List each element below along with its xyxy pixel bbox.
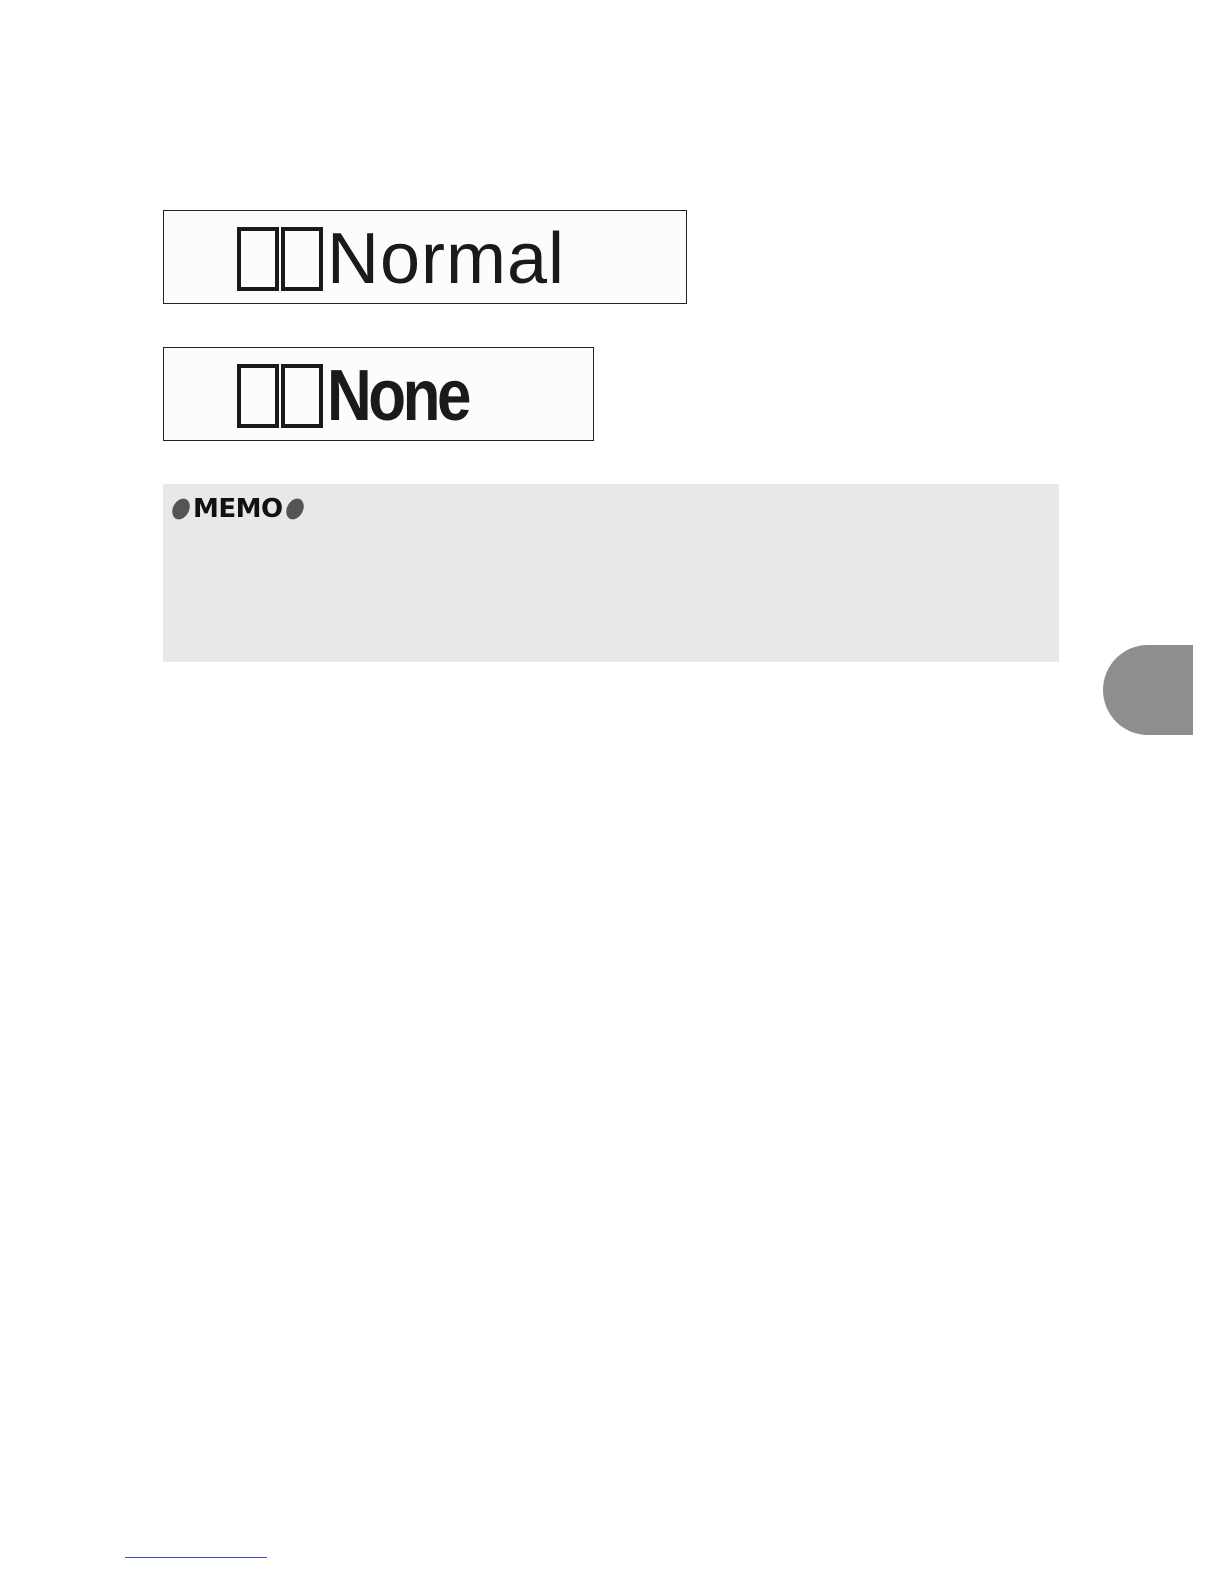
square-glyph-icon — [281, 227, 323, 291]
square-glyph-icon — [237, 227, 279, 291]
memo-left-dot-icon — [168, 495, 194, 523]
memo-label: MEMO — [193, 494, 283, 524]
sample-none-text: None — [327, 356, 471, 436]
footer-link-underline[interactable] — [125, 1557, 267, 1558]
sample-none-box: None — [163, 347, 594, 441]
square-glyph-icon — [237, 364, 279, 428]
sample-none-row: None — [237, 356, 491, 436]
memo-right-dot-icon — [282, 495, 307, 523]
chapter-side-tab — [1103, 645, 1193, 735]
memo-box: MEMO — [163, 484, 1059, 662]
sample-normal-box: Normal — [163, 210, 687, 304]
square-glyph-icon — [281, 364, 323, 428]
sample-normal-row: Normal — [237, 219, 566, 299]
sample-normal-text: Normal — [327, 219, 566, 299]
memo-header: MEMO — [168, 494, 307, 524]
